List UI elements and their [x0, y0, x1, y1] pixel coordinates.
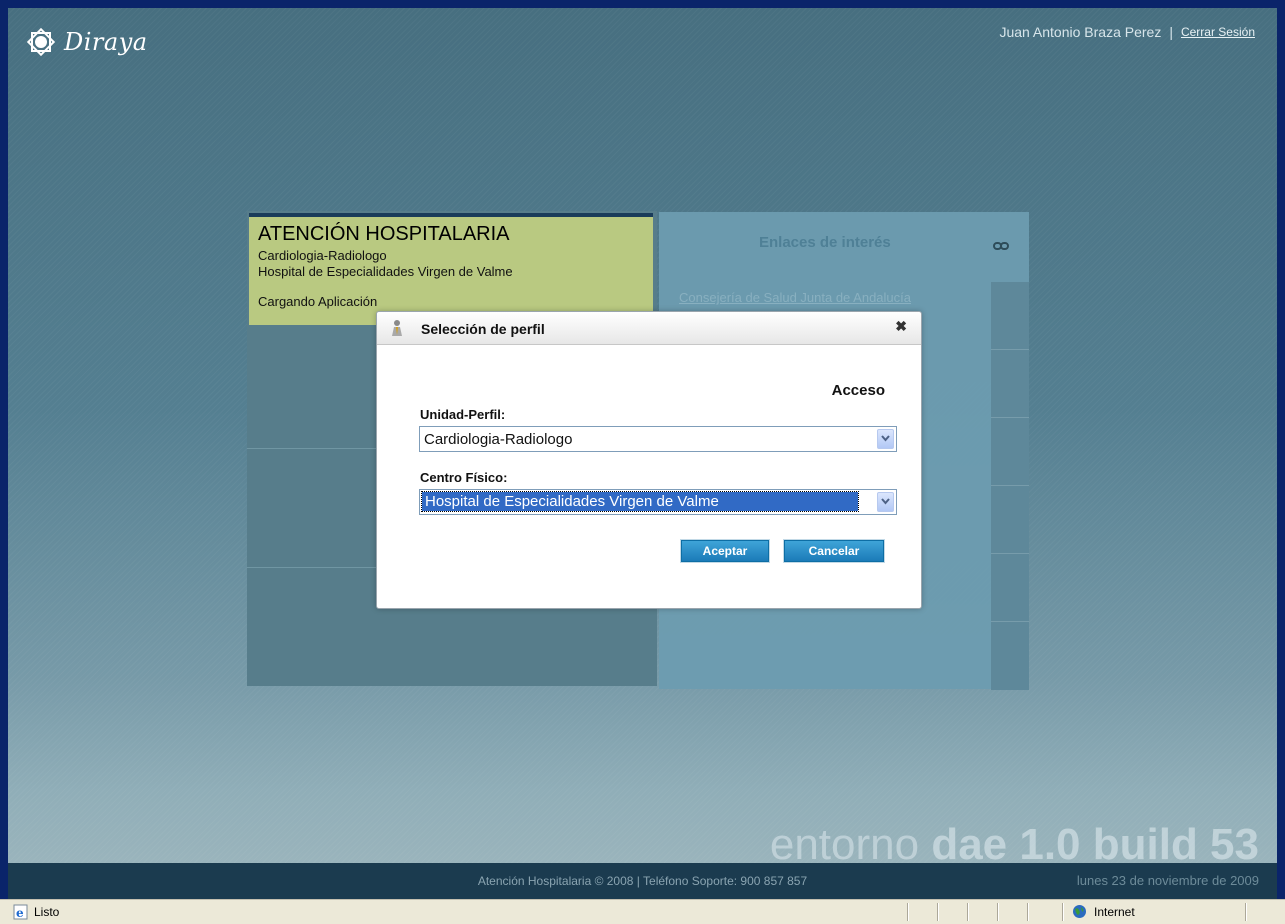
strip-divider — [991, 485, 1029, 486]
unidad-perfil-label: Unidad-Perfil: — [420, 407, 506, 422]
diraya-logo: Diraya — [24, 25, 148, 59]
dialog-titlebar: Selección de perfil ✖ — [377, 312, 921, 345]
strip-divider — [991, 349, 1029, 350]
user-icon — [392, 320, 402, 336]
statusbar-divider — [907, 903, 909, 921]
footer: Atención Hospitalaria © 2008 | Teléfono … — [8, 863, 1277, 899]
statusbar-divider — [1245, 903, 1247, 921]
accept-button[interactable]: Aceptar — [681, 540, 769, 562]
strip-divider — [991, 621, 1029, 622]
footer-date: lunes 23 de noviembre de 2009 — [1076, 873, 1259, 888]
profile-selection-dialog: Selección de perfil ✖ Acceso Unidad-Perf… — [376, 311, 922, 609]
status-text: Listo — [34, 905, 60, 919]
profile-text: Cardiologia-Radiologo — [258, 248, 387, 263]
centro-fisico-value: Hospital de Especialidades Virgen de Val… — [421, 491, 859, 512]
unidad-perfil-select[interactable]: Cardiologia-Radiologo — [419, 426, 897, 452]
statusbar-divider — [967, 903, 969, 921]
strip-divider — [991, 417, 1029, 418]
statusbar-divider — [1027, 903, 1029, 921]
security-zone: Internet — [1094, 905, 1135, 919]
chain-link-icon — [993, 242, 1009, 250]
chevron-down-icon — [881, 498, 890, 505]
cancel-button[interactable]: Cancelar — [784, 540, 884, 562]
links-side-strip — [991, 282, 1029, 690]
center-text: Hospital de Especialidades Virgen de Val… — [258, 264, 513, 279]
dialog-title: Selección de perfil — [421, 321, 545, 337]
statusbar-divider — [1062, 903, 1064, 921]
unidad-perfil-value: Cardiologia-Radiologo — [424, 431, 573, 448]
hospital-title: ATENCIÓN HOSPITALARIA — [258, 223, 510, 245]
dialog-heading: Acceso — [831, 382, 885, 399]
globe-icon — [1073, 905, 1086, 918]
centro-fisico-label: Centro Físico: — [420, 470, 508, 485]
dropdown-arrow[interactable] — [877, 429, 894, 449]
statusbar-divider — [937, 903, 939, 921]
chevron-down-icon — [881, 435, 890, 442]
svg-text:e: e — [16, 906, 24, 920]
app-name: Diraya — [64, 28, 148, 56]
user-name: Juan Antonio Braza Perez — [999, 24, 1162, 40]
close-icon[interactable]: ✖ — [895, 318, 907, 335]
browser-statusbar: e Listo Internet — [0, 899, 1285, 924]
diraya-emblem-icon — [26, 27, 56, 57]
ie-page-icon: e — [13, 904, 28, 920]
separator: | — [1169, 24, 1173, 40]
centro-fisico-select[interactable]: Hospital de Especialidades Virgen de Val… — [419, 489, 897, 515]
strip-divider — [991, 553, 1029, 554]
user-area: Juan Antonio Braza Perez | Cerrar Sesión — [999, 24, 1255, 40]
links-title: Enlaces de interés — [759, 234, 891, 251]
loading-text: Cargando Aplicación — [258, 294, 378, 309]
version-name: dae 1.0 build 53 — [931, 820, 1259, 869]
statusbar-divider — [997, 903, 999, 921]
hospital-card: ATENCIÓN HOSPITALARIA Cardiologia-Radiol… — [249, 213, 653, 325]
link-consejeria[interactable]: Consejería de Salud Junta de Andalucía — [679, 290, 911, 305]
version-prefix: entorno — [769, 820, 920, 869]
browser-viewport: Diraya Juan Antonio Braza Perez | Cerrar… — [8, 8, 1277, 899]
logout-link[interactable]: Cerrar Sesión — [1181, 25, 1255, 39]
dropdown-arrow[interactable] — [877, 492, 894, 512]
